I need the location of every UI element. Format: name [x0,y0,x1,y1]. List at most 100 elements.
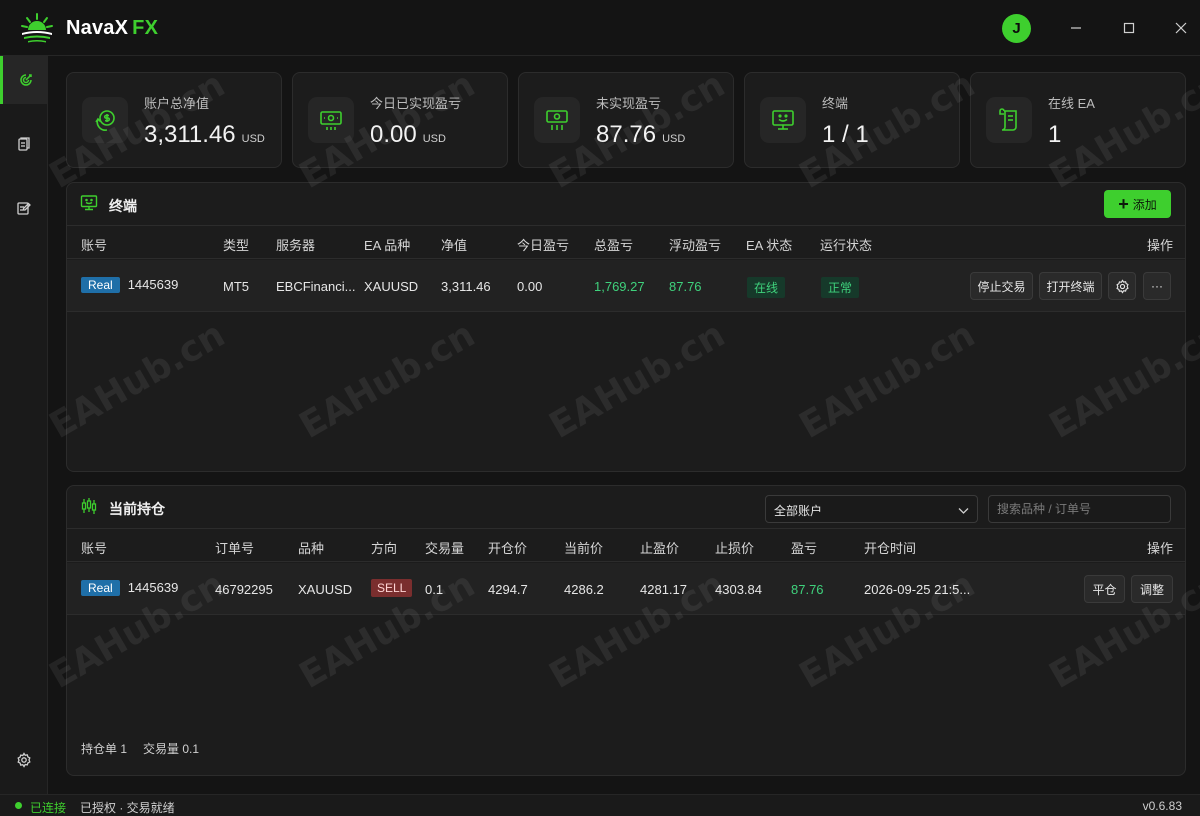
status-bar: 已连接 已授权 · 交易就绪 v0.6.83 [0,794,1200,816]
sidebar-item-dashboard[interactable] [0,56,48,104]
account-cell: Real 1445639 [81,277,178,293]
card-icon-box [308,97,354,143]
card-value-number: 0.00 [370,121,417,148]
card-icon-box [760,97,806,143]
type-cell: MT5 [223,279,249,294]
monitor-icon [80,195,98,211]
app-name: NavaX FX [66,17,158,40]
documents-icon [18,137,30,151]
card-label: 在线 EA [1048,96,1095,111]
equity-cell: 3,311.46 [441,279,491,294]
run-status-badge: 正常 [821,277,860,298]
positions-panel: 当前持仓 全部账户 账号 订单号 品种 方向 交易量 开仓价 当前价 止盈价 止… [66,485,1186,776]
maximize-button[interactable] [1116,15,1142,41]
terminals-panel-header: 终端 + 添加 [67,183,1185,226]
card-value: 3,311.46 USD [144,121,265,149]
card-label: 今日已实现盈亏 [370,96,462,111]
minimize-icon [1071,27,1081,29]
more-button[interactable]: ··· [1143,272,1171,300]
terminal-row[interactable]: Real 1445639 MT5 EBCFinanci... XAUUSD 3,3… [67,260,1185,312]
positions-column-header: 账号 订单号 品种 方向 交易量 开仓价 当前价 止盈价 止损价 盈亏 开仓时间… [67,530,1185,562]
card-value: 1 [1048,121,1061,149]
col-actions: 操作 [1147,541,1174,556]
col-type: 类型 [223,238,250,253]
positions-title: 当前持仓 [109,501,165,517]
monitor-icon [772,110,794,130]
scroll-icon [999,108,1017,131]
col-take-profit: 止盈价 [640,541,680,556]
col-current-price: 当前价 [564,541,604,556]
real-badge: Real [81,580,120,596]
col-pnl: 盈亏 [791,541,818,556]
position-volume: 交易量 0.1 [143,742,200,756]
symbol-cell: XAUUSD [298,582,353,597]
col-equity: 净值 [441,238,468,253]
sidebar-item-settings[interactable] [0,736,48,784]
card-icon-box [534,97,580,143]
terminal-settings-button[interactable] [1108,272,1136,300]
sidebar-item-edit[interactable] [0,184,48,232]
adjust-position-button[interactable]: 调整 [1131,575,1173,603]
real-badge: Real [81,277,120,293]
app-name-text: NavaX [66,17,129,39]
col-account: 账号 [81,541,108,556]
edit-note-icon [17,202,31,215]
sell-badge: SELL [371,579,413,597]
col-account: 账号 [81,238,108,253]
add-terminal-button[interactable]: + 添加 [1104,190,1171,218]
connection-status: 已连接 [30,801,67,815]
card-value: 87.76 USD [596,121,685,149]
add-label: 添加 [1132,197,1157,212]
terminals-title: 终端 [109,198,137,214]
position-row[interactable]: Real 1445639 46792295 XAUUSD SELL 0.1 429… [67,563,1185,615]
position-count: 持仓单 1 [81,742,128,756]
auth-status: 已授权 · 交易就绪 [80,801,175,815]
col-floating-pnl: 浮动盈亏 [669,238,722,253]
candlestick-icon [81,498,97,514]
avatar[interactable]: J [1002,14,1031,43]
card-unit: USD [241,133,265,145]
position-search-input[interactable] [988,495,1171,523]
title-bar: NavaX FX J [0,0,1200,56]
col-total-pnl: 总盈亏 [594,238,634,253]
card-terminals: 终端 1 / 1 [744,72,960,168]
col-actions: 操作 [1147,238,1174,253]
card-value: 0.00 USD [370,121,446,149]
col-ea-symbol: EA 品种 [364,238,411,253]
card-label: 未实现盈亏 [596,96,662,111]
account-filter-value: 全部账户 [774,504,823,518]
card-unit: USD [662,133,686,145]
app-name-accent: FX [132,17,159,39]
stop-trading-button[interactable]: 停止交易 [970,272,1033,300]
server-cell: EBCFinanci... [276,279,356,294]
col-volume: 交易量 [425,541,465,556]
card-unrealized: 未实现盈亏 87.76 USD [518,72,734,168]
order-cell: 46792295 [215,582,273,597]
stop-loss-cell: 4303.84 [715,582,762,597]
card-label: 账户总净值 [144,96,210,111]
maximize-icon [1123,22,1135,34]
account-cell: Real 1445639 [81,580,178,596]
card-today-realized: 今日已实现盈亏 0.00 USD [292,72,508,168]
col-today-pnl: 今日盈亏 [517,238,570,253]
logo-icon [21,13,53,43]
ea-status-badge: 在线 [747,277,786,298]
open-terminal-button[interactable]: 打开终端 [1039,272,1102,300]
app-version: v0.6.83 [1142,799,1182,813]
cash-icon [320,111,342,130]
open-price-cell: 4294.7 [488,582,528,597]
volume-cell: 0.1 [425,582,444,597]
positions-panel-header: 当前持仓 全部账户 [67,486,1185,529]
chevron-down-icon [958,508,969,514]
close-position-button[interactable]: 平仓 [1084,575,1125,603]
minimize-button[interactable] [1063,15,1089,41]
sidebar-item-documents[interactable] [0,120,48,168]
sidebar [0,56,48,794]
account-filter-select[interactable]: 全部账户 [765,495,978,523]
close-button[interactable] [1168,15,1194,41]
dashboard-icon [19,74,32,86]
card-icon-box [82,97,128,143]
terminals-column-header: 账号 类型 服务器 EA 品种 净值 今日盈亏 总盈亏 浮动盈亏 EA 状态 运… [67,227,1185,259]
account-number: 1445639 [127,277,179,292]
card-value-number: 1 [1048,121,1062,148]
